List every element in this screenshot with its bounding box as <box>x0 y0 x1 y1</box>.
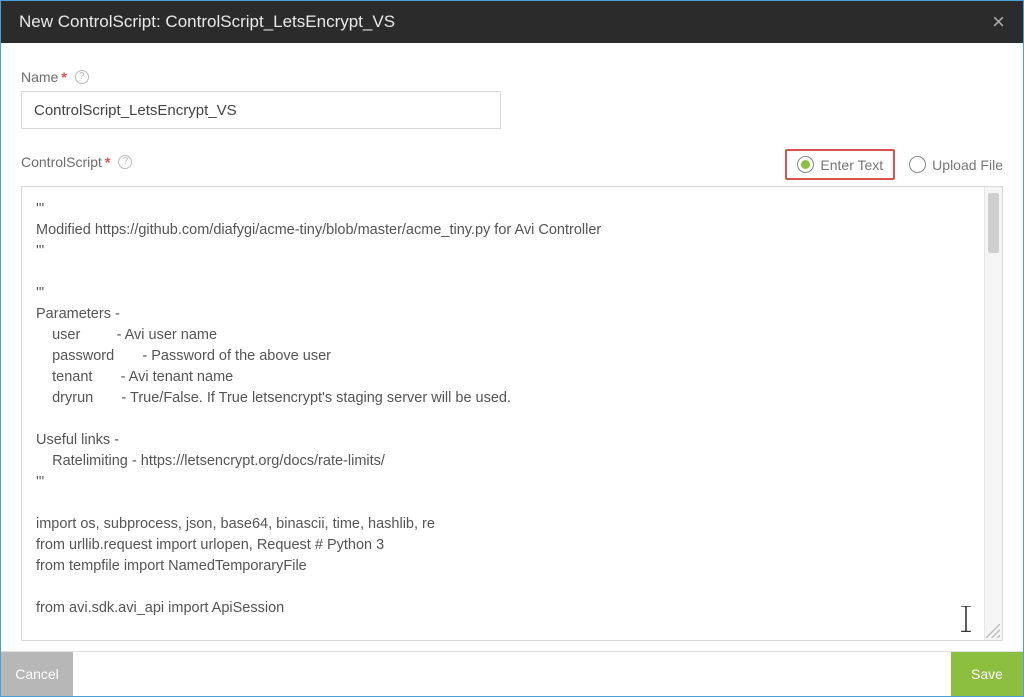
dialog-footer: Cancel Save <box>1 651 1023 696</box>
controlscript-label: ControlScript* ? <box>21 154 132 170</box>
radio-enter-text[interactable]: Enter Text <box>785 149 895 180</box>
dialog-frame: New ControlScript: ControlScript_LetsEnc… <box>0 0 1024 697</box>
footer-spacer <box>73 652 951 696</box>
name-input[interactable] <box>21 91 501 129</box>
required-marker: * <box>61 69 66 85</box>
name-label-text: Name <box>21 69 58 85</box>
radio-upload-file[interactable]: Upload File <box>909 156 1003 173</box>
scrollbar-thumb[interactable] <box>988 193 999 253</box>
titlebar: New ControlScript: ControlScript_LetsEnc… <box>1 1 1023 43</box>
help-icon[interactable]: ? <box>118 155 132 169</box>
radio-upload-file-label: Upload File <box>932 157 1003 173</box>
save-button[interactable]: Save <box>951 652 1023 696</box>
controlscript-header: ControlScript* ? Enter Text Upload File <box>21 149 1003 180</box>
input-mode-radio-group: Enter Text Upload File <box>785 149 1003 180</box>
close-icon[interactable]: × <box>992 9 1005 35</box>
resize-grip-icon[interactable] <box>986 624 1000 638</box>
scrollbar[interactable] <box>984 187 1002 640</box>
help-icon[interactable]: ? <box>75 70 89 84</box>
required-marker: * <box>105 154 110 170</box>
controlscript-textarea[interactable] <box>22 187 984 640</box>
radio-icon <box>797 156 814 173</box>
radio-enter-text-label: Enter Text <box>820 157 883 173</box>
dialog-body: Name* ? ControlScript* ? Enter Text Uplo… <box>1 43 1023 651</box>
name-label: Name* ? <box>21 69 1003 85</box>
controlscript-label-text: ControlScript <box>21 154 102 170</box>
dialog-title: New ControlScript: ControlScript_LetsEnc… <box>19 12 395 32</box>
name-field: Name* ? <box>21 69 1003 129</box>
cancel-button[interactable]: Cancel <box>1 652 73 696</box>
radio-icon <box>909 156 926 173</box>
controlscript-editor-wrap <box>21 186 1003 641</box>
